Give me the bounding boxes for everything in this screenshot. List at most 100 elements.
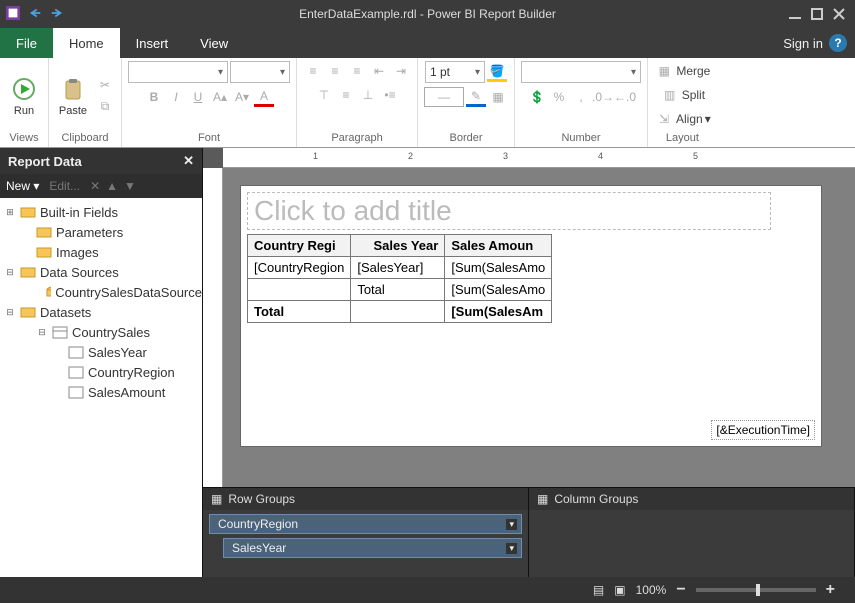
- cell-year[interactable]: [SalesYear]: [351, 257, 445, 279]
- comma-icon[interactable]: ,: [571, 87, 591, 107]
- align-middle-icon[interactable]: ≡: [336, 85, 356, 105]
- tree-builtin-fields[interactable]: ⊞Built-in Fields: [0, 202, 202, 222]
- paste-button[interactable]: Paste: [55, 75, 91, 117]
- italic-icon[interactable]: I: [166, 87, 186, 107]
- align-left-icon[interactable]: ≡: [303, 61, 323, 81]
- font-size-combo[interactable]: [230, 61, 290, 83]
- header-country[interactable]: Country Regi: [248, 235, 351, 257]
- delete-icon[interactable]: ✕: [90, 179, 100, 193]
- grid-icon: ▦: [211, 492, 222, 506]
- increase-indent-icon[interactable]: ⇥: [391, 61, 411, 81]
- redo-icon[interactable]: [50, 6, 64, 23]
- tree-field-salesamount[interactable]: SalesAmount: [0, 382, 202, 402]
- tab-home[interactable]: Home: [53, 28, 120, 58]
- report-data-panel: Report Data ✕ New ▾ Edit... ✕ ▲ ▼ ⊞Built…: [0, 148, 203, 577]
- report-page[interactable]: Click to add title Country Regi Sales Ye…: [241, 186, 821, 446]
- align-button[interactable]: ⇲Align ▾: [654, 109, 711, 129]
- panel-close-icon[interactable]: ✕: [183, 153, 194, 169]
- row-group-salesyear[interactable]: SalesYear: [223, 538, 522, 558]
- group-views-label: Views: [6, 130, 42, 147]
- sign-in[interactable]: Sign in ?: [775, 28, 855, 58]
- zoom-out-icon[interactable]: −: [676, 581, 685, 599]
- percent-icon[interactable]: %: [549, 87, 569, 107]
- copy-icon[interactable]: ⧉: [95, 97, 115, 117]
- tree-dataset-1[interactable]: ⊟CountrySales: [0, 322, 202, 342]
- zoom-in-icon[interactable]: +: [826, 581, 835, 599]
- cell-total-label[interactable]: Total: [248, 301, 351, 323]
- status-bar: ▤ ▣ 100% − +: [0, 577, 855, 603]
- merge-button[interactable]: ▦Merge: [654, 61, 710, 81]
- run-button[interactable]: Run: [6, 75, 42, 117]
- currency-icon[interactable]: 💲: [527, 87, 547, 107]
- decrease-decimal-icon[interactable]: ←.0: [615, 87, 635, 107]
- split-button[interactable]: ▥Split: [660, 85, 705, 105]
- maximize-icon[interactable]: [811, 8, 823, 20]
- grid-icon: ▦: [537, 492, 548, 506]
- cell-sub-total-label[interactable]: Total: [351, 279, 445, 301]
- border-width-combo[interactable]: 1 pt: [425, 61, 485, 83]
- cell-total-value[interactable]: [Sum(SalesAm: [445, 301, 552, 323]
- grow-font-icon[interactable]: A▴: [210, 87, 230, 107]
- edit-button: Edit...: [49, 179, 80, 193]
- shrink-font-icon[interactable]: A▾: [232, 87, 252, 107]
- close-icon[interactable]: [833, 8, 845, 20]
- font-color-icon[interactable]: A: [254, 87, 274, 107]
- tab-insert[interactable]: Insert: [120, 28, 185, 58]
- cell-sub-total-value[interactable]: [Sum(SalesAmo: [445, 279, 552, 301]
- app-icon: [6, 6, 20, 23]
- cell-country[interactable]: [CountryRegion: [248, 257, 351, 279]
- row-group-countryregion[interactable]: CountryRegion: [209, 514, 522, 534]
- tree-field-countryregion[interactable]: CountryRegion: [0, 362, 202, 382]
- tablix[interactable]: Country Regi Sales Year Sales Amoun [Cou…: [247, 234, 552, 323]
- tree-datasources[interactable]: ⊟Data Sources: [0, 262, 202, 282]
- new-dropdown[interactable]: New ▾: [6, 179, 39, 193]
- bold-icon[interactable]: B: [144, 87, 164, 107]
- underline-icon[interactable]: U: [188, 87, 208, 107]
- borders-icon[interactable]: ▦: [488, 87, 508, 107]
- cell-total-blank[interactable]: [351, 301, 445, 323]
- design-view-icon[interactable]: ▤: [593, 583, 604, 597]
- horizontal-ruler: 1 2 3 4 5: [223, 148, 855, 168]
- move-down-icon[interactable]: ▼: [124, 179, 136, 193]
- border-style-combo[interactable]: —: [424, 87, 464, 107]
- decrease-indent-icon[interactable]: ⇤: [369, 61, 389, 81]
- move-up-icon[interactable]: ▲: [106, 179, 118, 193]
- help-icon[interactable]: ?: [829, 34, 847, 52]
- header-amount[interactable]: Sales Amoun: [445, 235, 552, 257]
- cut-icon[interactable]: ✂: [95, 75, 115, 95]
- ribbon: Run Views Paste ✂ ⧉ Clipboard B I: [0, 58, 855, 148]
- header-year[interactable]: Sales Year: [351, 235, 445, 257]
- undo-icon[interactable]: [28, 6, 42, 23]
- increase-decimal-icon[interactable]: .0→: [593, 87, 613, 107]
- tab-file[interactable]: File: [0, 28, 53, 58]
- align-top-icon[interactable]: ⊤: [314, 85, 334, 105]
- report-data-title: Report Data: [8, 154, 82, 169]
- column-groups-title: Column Groups: [554, 492, 638, 506]
- font-family-combo[interactable]: [128, 61, 228, 83]
- row-groups-title: Row Groups: [228, 492, 295, 506]
- execution-time-placeholder[interactable]: [&ExecutionTime]: [711, 420, 815, 440]
- tree-field-salesyear[interactable]: SalesYear: [0, 342, 202, 362]
- design-canvas[interactable]: Click to add title Country Regi Sales Ye…: [223, 168, 855, 487]
- preview-icon[interactable]: ▣: [614, 583, 625, 597]
- fill-color-icon[interactable]: 🪣: [487, 62, 507, 82]
- border-color-icon[interactable]: ✎: [466, 87, 486, 107]
- tree-images[interactable]: Images: [0, 242, 202, 262]
- window-title: EnterDataExample.rdl - Power BI Report B…: [299, 7, 556, 21]
- align-right-icon[interactable]: ≡: [347, 61, 367, 81]
- align-bottom-icon[interactable]: ⊥: [358, 85, 378, 105]
- grouping-pane: ▦ Row Groups CountryRegion SalesYear ▦ Col…: [203, 487, 855, 577]
- tree-datasets[interactable]: ⊟Datasets: [0, 302, 202, 322]
- bullets-icon[interactable]: •≡: [380, 85, 400, 105]
- tab-view[interactable]: View: [184, 28, 244, 58]
- minimize-icon[interactable]: [789, 8, 801, 20]
- number-format-combo[interactable]: [521, 61, 641, 83]
- align-center-icon[interactable]: ≡: [325, 61, 345, 81]
- tree-datasource-1[interactable]: CountrySalesDataSource: [0, 282, 202, 302]
- title-placeholder[interactable]: Click to add title: [247, 192, 771, 230]
- tree-parameters[interactable]: Parameters: [0, 222, 202, 242]
- cell-amount[interactable]: [Sum(SalesAmo: [445, 257, 552, 279]
- cell-sub-blank[interactable]: [248, 279, 351, 301]
- zoom-slider[interactable]: [696, 588, 816, 592]
- vertical-ruler: [203, 168, 223, 487]
